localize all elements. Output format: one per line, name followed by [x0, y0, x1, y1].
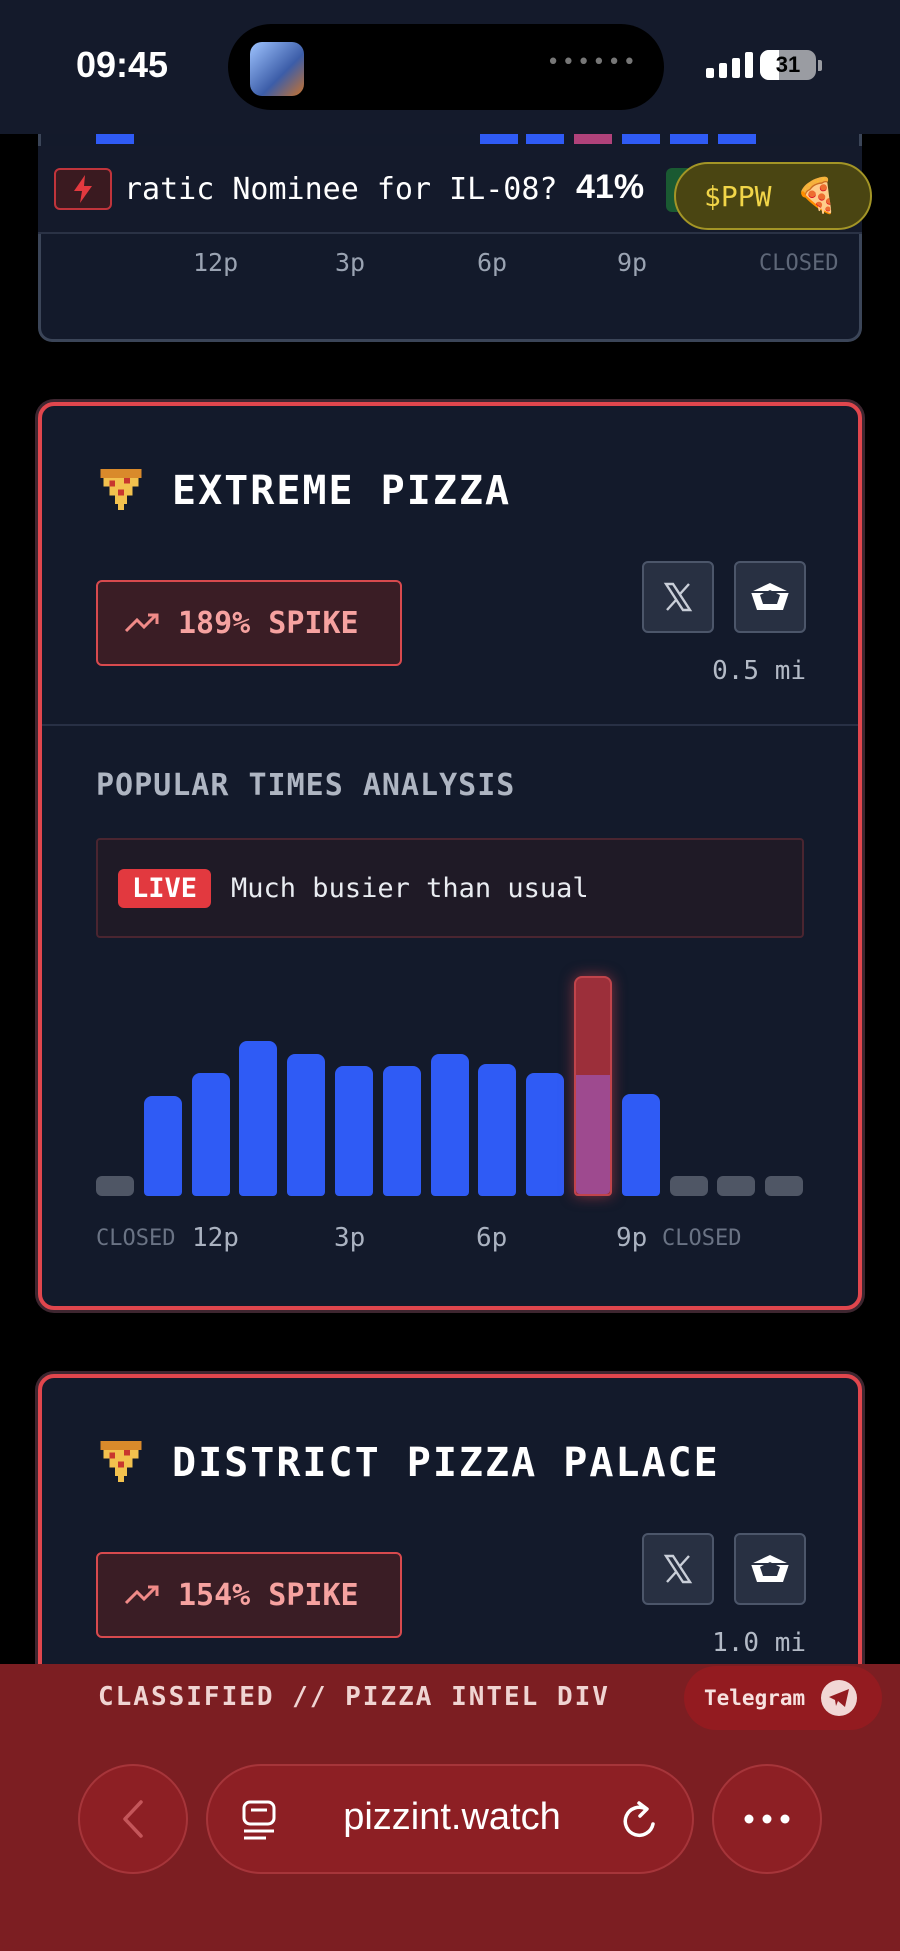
x-share-button[interactable]: [642, 561, 714, 633]
chevron-left-icon: [123, 1800, 143, 1838]
spike-badge: 189% SPIKE: [96, 580, 402, 666]
x-tick-label: 12p: [192, 1223, 239, 1253]
usual-hour-bar: [335, 1066, 373, 1196]
address-bar[interactable]: pizzint.watch: [206, 1764, 694, 1874]
live-status-text: Much busier than usual: [231, 872, 589, 904]
divider: [42, 724, 858, 726]
app-thumbnail-icon: [250, 42, 304, 96]
usual-hour-bar: [478, 1064, 516, 1196]
axis-label: 3p: [335, 248, 366, 277]
more-dots-icon: [744, 1814, 790, 1824]
spike-label: 189% SPIKE: [178, 605, 359, 641]
battery-level: 31: [775, 52, 801, 77]
ppw-token-button[interactable]: $PPW 🍕: [674, 162, 872, 230]
usual-hour-bar: [431, 1054, 469, 1196]
usual-hour-bar: [383, 1066, 421, 1196]
closed-hour-bar: [717, 1176, 755, 1196]
usual-hour-bar: [287, 1054, 325, 1196]
spike-badge: 154% SPIKE: [96, 1552, 402, 1638]
axis-label: 6p: [477, 248, 508, 277]
axis-label: 12p: [193, 248, 239, 277]
location-card-extreme-pizza[interactable]: EXTREME PIZZA 189% SPIKE 0.5 mi POPULAR …: [38, 402, 862, 1310]
distance-label: 0.5 mi: [712, 656, 806, 686]
live-status-box: LIVE Much busier than usual: [96, 838, 804, 938]
ppw-label: $PPW: [704, 179, 772, 213]
closed-hour-bar: [96, 1176, 134, 1196]
pentagon-icon: [751, 1555, 789, 1582]
usual-hour-bar: [144, 1096, 182, 1196]
pizza-emoji-icon: 🍕: [795, 176, 838, 216]
x-share-button[interactable]: [642, 1533, 714, 1605]
usual-hour-bar: [192, 1073, 230, 1196]
pizza-slice-icon: [100, 469, 142, 511]
card-header: EXTREME PIZZA: [100, 468, 511, 514]
trending-up-icon: [124, 613, 159, 633]
x-logo-icon: [663, 582, 693, 612]
x-tick-label: 3p: [334, 1223, 366, 1253]
bottom-bar: CLASSIFIED // PIZZA INTEL DIV Telegram p…: [0, 1664, 900, 1951]
usual-hour-bar: [576, 1075, 610, 1194]
cellular-signal-icon: [706, 52, 753, 78]
back-button[interactable]: [78, 1764, 188, 1874]
pentagon-icon: [751, 583, 789, 610]
usual-hour-bar: [622, 1094, 660, 1196]
live-badge: LIVE: [118, 868, 212, 908]
section-title: POPULAR TIMES ANALYSIS: [96, 768, 516, 803]
usual-hour-bar: [239, 1041, 277, 1196]
closed-hour-bar: [670, 1176, 708, 1196]
usual-hour-bar: [526, 1073, 564, 1196]
location-name: DISTRICT PIZZA PALACE: [172, 1440, 720, 1486]
map-button[interactable]: [734, 1533, 806, 1605]
x-logo-icon: [663, 1554, 693, 1584]
x-tick-label: 6p: [476, 1223, 508, 1253]
telegram-label: Telegram: [704, 1686, 806, 1710]
more-button[interactable]: [712, 1764, 822, 1874]
spike-label: 154% SPIKE: [178, 1577, 359, 1613]
map-button[interactable]: [734, 561, 806, 633]
paper-plane-icon: [821, 1680, 858, 1716]
closed-label: CLOSED: [662, 1226, 742, 1251]
reload-icon[interactable]: [620, 1800, 660, 1842]
ticker-headline: ratic Nominee for IL-08?: [124, 172, 558, 207]
x-tick-label: 9p: [616, 1223, 648, 1253]
closed-label: CLOSED: [96, 1226, 176, 1251]
telegram-button[interactable]: Telegram: [684, 1666, 882, 1730]
location-name: EXTREME PIZZA: [172, 468, 512, 514]
dots-icon: ••••••: [546, 50, 638, 75]
battery-icon: 31: [760, 50, 816, 80]
lightning-icon: [54, 168, 112, 210]
previous-chart-bars: [0, 134, 900, 146]
status-bar: 09:45 •••••• 31: [0, 0, 900, 134]
pizza-slice-icon: [100, 1441, 142, 1483]
dynamic-island: ••••••: [228, 24, 664, 110]
closed-label: CLOSED: [759, 251, 839, 276]
axis-label: 9p: [617, 248, 648, 277]
trending-up-icon: [124, 1585, 159, 1605]
ticker-percent: 41%: [576, 168, 645, 206]
classified-banner: CLASSIFIED // PIZZA INTEL DIV: [98, 1682, 610, 1712]
distance-label: 1.0 mi: [712, 1628, 806, 1658]
closed-hour-bar: [765, 1176, 803, 1196]
clock: 09:45: [76, 44, 169, 85]
card-header: DISTRICT PIZZA PALACE: [100, 1440, 720, 1486]
